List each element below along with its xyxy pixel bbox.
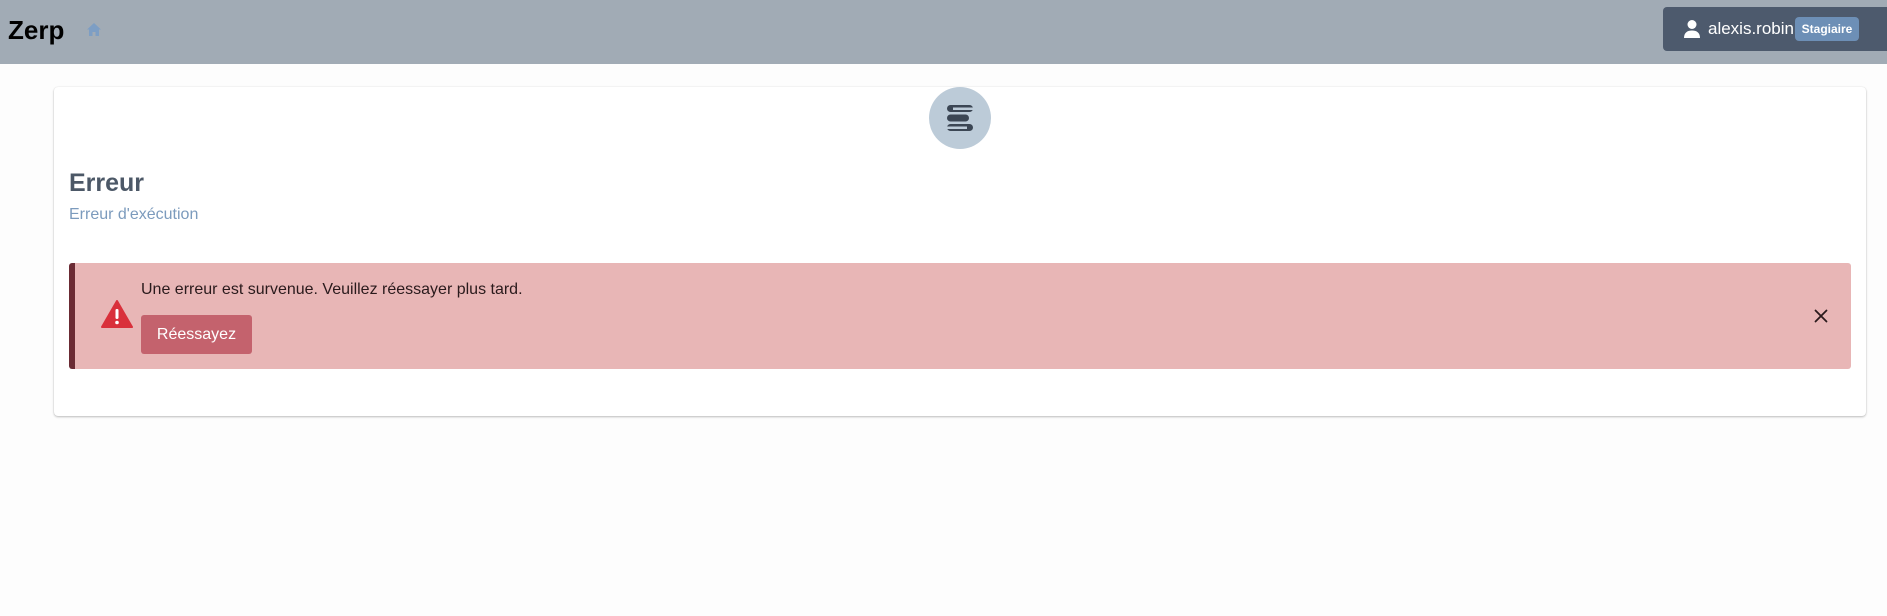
brand-name[interactable]: Zerp <box>8 14 64 46</box>
role-badge: Stagiaire <box>1795 17 1859 41</box>
home-icon[interactable] <box>84 19 104 39</box>
close-icon[interactable] <box>1811 306 1831 326</box>
error-card: Erreur Erreur d'exécution Une erreur est… <box>54 87 1866 416</box>
top-navbar: Zerp alexis.robin Stagiaire <box>0 0 1887 64</box>
user-menu[interactable]: alexis.robin Stagiaire <box>1663 7 1887 51</box>
alert-message: Une erreur est survenue. Veuillez réessa… <box>141 281 523 298</box>
page-subtitle: Erreur d'exécution <box>69 206 199 223</box>
retry-button[interactable]: Réessayez <box>141 315 252 354</box>
warning-icon <box>101 299 133 329</box>
page-title: Erreur <box>69 169 145 197</box>
user-name: alexis.robin <box>1708 19 1794 38</box>
user-icon <box>1683 19 1701 39</box>
error-alert: Une erreur est survenue. Veuillez réessa… <box>69 263 1851 369</box>
logo-mark-icon <box>947 105 973 131</box>
app-logo <box>929 87 991 149</box>
